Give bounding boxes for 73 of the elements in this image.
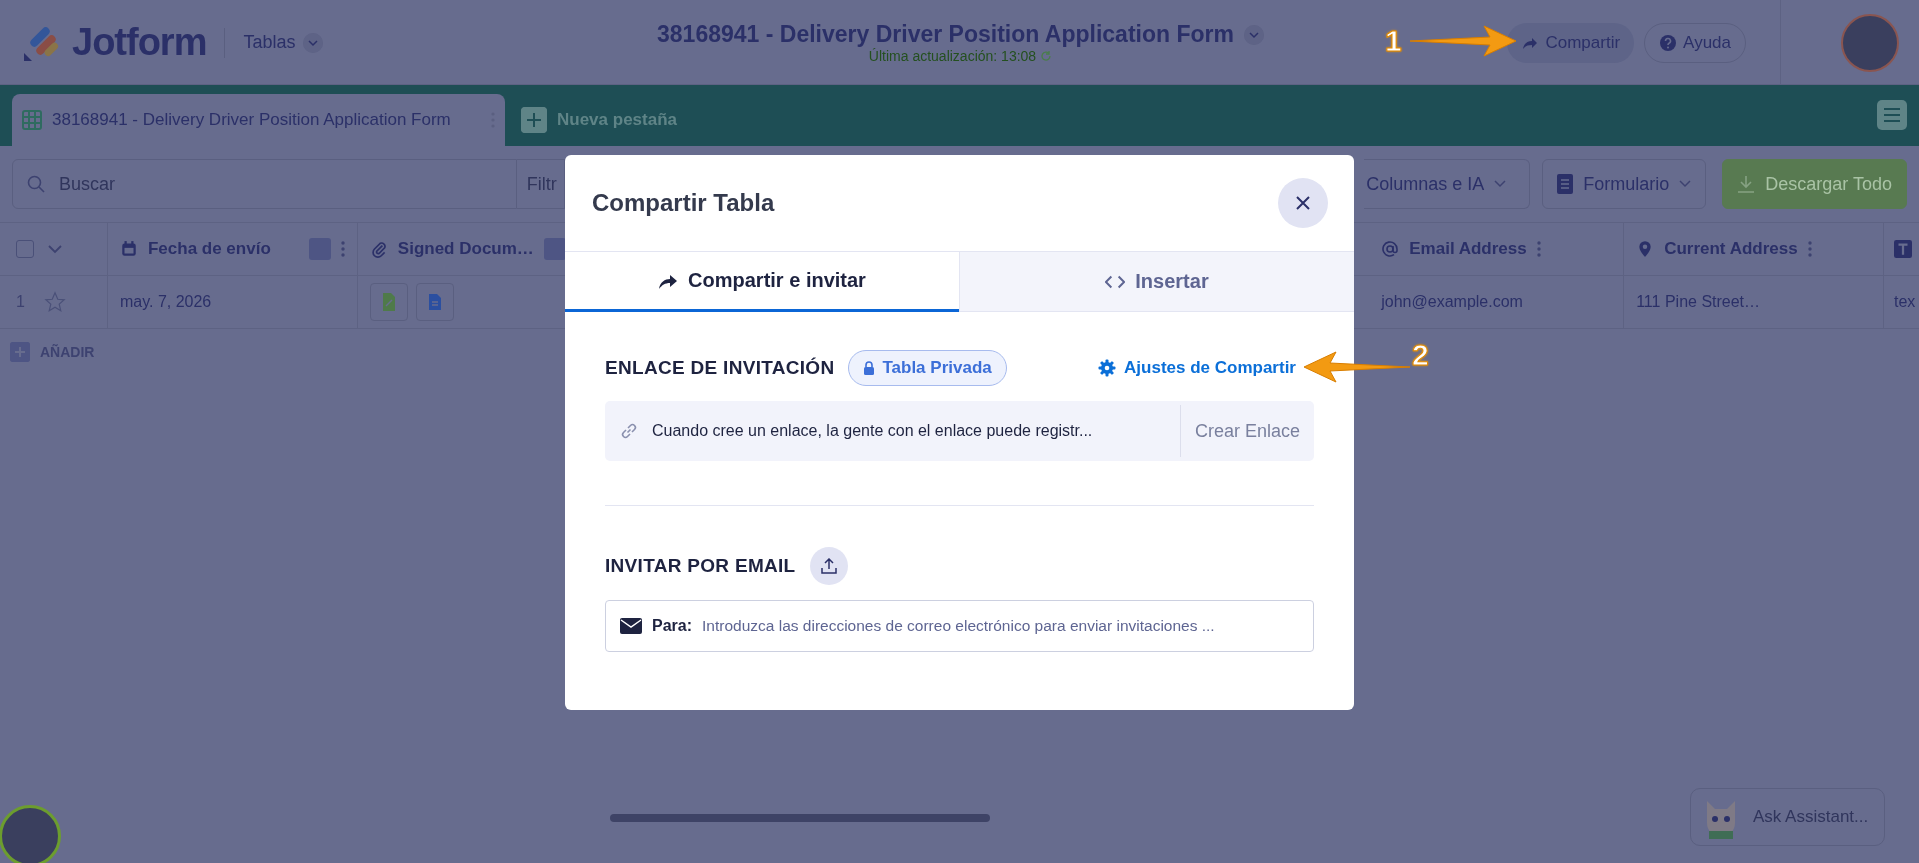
more-options-icon[interactable]	[1807, 240, 1812, 258]
link-description: Cuando cree un enlace, la gente con el enlace puede registr...	[652, 422, 1094, 440]
refresh-icon[interactable]	[1040, 50, 1053, 62]
envelope-icon	[620, 618, 642, 634]
lock-icon	[863, 361, 876, 375]
dialog-title: Compartir Tabla	[592, 189, 775, 217]
column-title: Current Address	[1664, 239, 1798, 259]
column-header[interactable]: Current Address	[1624, 223, 1884, 275]
pin-icon[interactable]	[543, 238, 566, 260]
select-all-checkbox[interactable]	[16, 240, 34, 258]
privacy-badge: Tabla Privada	[848, 350, 1007, 386]
email-input[interactable]: Introduzca las direcciones de correo electrónico para enviar invitaciones ...	[702, 617, 1299, 635]
document-edit-icon	[380, 292, 397, 312]
user-avatar[interactable]	[0, 805, 61, 863]
ask-assistant-button[interactable]: Ask Assistant...	[1690, 788, 1885, 846]
upload-button[interactable]	[809, 547, 848, 585]
search-input[interactable]: Buscar	[57, 172, 502, 196]
close-button[interactable]	[1278, 178, 1328, 228]
table-cell: 111 Pine Street…	[1636, 293, 1761, 311]
search-field[interactable]: Buscar	[12, 159, 517, 209]
text-type-icon	[1894, 240, 1912, 258]
at-sign-icon	[1381, 240, 1400, 258]
user-avatar[interactable]	[1841, 13, 1899, 72]
more-options-icon[interactable]	[340, 240, 345, 258]
form-title: 38168941 - Delivery Driver Position Application Form	[657, 21, 1234, 48]
new-tab-button[interactable]: Nueva pestaña	[515, 94, 683, 146]
grid-icon	[22, 110, 42, 130]
horizontal-scrollbar[interactable]	[610, 814, 990, 822]
to-label: Para:	[652, 617, 693, 635]
form-dropdown[interactable]: Formulario	[1542, 159, 1707, 209]
calendar-icon	[119, 240, 138, 258]
menu-button[interactable]	[1877, 100, 1907, 130]
download-icon	[1737, 175, 1756, 193]
close-icon	[1296, 196, 1310, 210]
table-cell: john@example.com	[1381, 293, 1523, 311]
upload-icon	[820, 558, 837, 574]
column-header[interactable]: Fecha de envío	[107, 223, 358, 275]
column-title: Email Address	[1409, 239, 1527, 259]
form-icon	[1557, 174, 1574, 194]
create-link-button[interactable]: Crear Enlace	[1180, 420, 1314, 442]
workspace-dropdown[interactable]: Tablas	[243, 32, 324, 53]
email-field[interactable]: Para: Introduzca las direcciones de correo electrónico para enviar invitaciones ...	[605, 600, 1314, 652]
share-settings-link[interactable]: Ajustes de Compartir	[1098, 358, 1314, 378]
annotation-number: 2	[1412, 340, 1429, 370]
search-icon	[27, 175, 45, 193]
table-cell: may. 7, 2026	[119, 293, 212, 311]
table-cell: tex	[1894, 293, 1916, 311]
paperclip-icon	[369, 240, 388, 258]
annotation-number: 1	[1385, 26, 1402, 56]
plus-icon	[521, 107, 547, 133]
document-button[interactable]	[415, 283, 454, 321]
last-updated-text: Última actualización: 13:08	[868, 48, 1037, 64]
logo-text: Jotform	[72, 21, 207, 64]
menu-icon	[1883, 106, 1901, 124]
chevron-down-icon	[1679, 180, 1692, 188]
chevron-down-icon[interactable]	[48, 244, 62, 254]
column-title: Fecha de envío	[147, 239, 271, 259]
section-heading: INVITAR POR EMAIL	[605, 555, 796, 577]
section-heading: ENLACE DE INVITACIÓN	[605, 357, 835, 379]
column-title: Signed Docum…	[397, 239, 534, 259]
column-header[interactable]: Email Address	[1369, 223, 1625, 275]
document-icon	[427, 293, 442, 311]
signed-document-button[interactable]	[369, 283, 408, 321]
help-icon	[1659, 33, 1678, 52]
chevron-down-icon	[1494, 180, 1507, 188]
more-options-icon[interactable]	[1536, 240, 1541, 258]
star-icon[interactable]	[44, 291, 66, 313]
download-all-button[interactable]: Descargar Todo	[1722, 159, 1907, 209]
table-tab[interactable]: 38168941 - Delivery Driver Position Application Form	[12, 94, 505, 146]
columns-dropdown[interactable]: Columnas e IA	[1364, 159, 1531, 209]
dialog-tab[interactable]: Insertar	[959, 252, 1354, 312]
link-icon	[620, 422, 638, 440]
settings-icon	[1098, 359, 1117, 377]
